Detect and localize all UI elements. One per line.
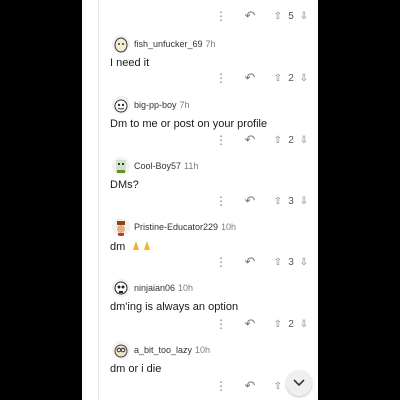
comment-text: DMs?	[110, 179, 139, 191]
vote-count: 2	[288, 318, 294, 330]
more-options-icon[interactable]: ⋮	[215, 379, 227, 393]
reply-icon[interactable]: ↶	[242, 132, 258, 147]
username[interactable]: fish_unfucker_69	[134, 39, 203, 49]
comment-meta: big-pp-boy 7h	[134, 100, 190, 110]
username[interactable]: ninjaian06	[134, 283, 175, 293]
comment-actions: ⋮ ↶ ⇧ 3 ⇩	[82, 191, 318, 211]
reply-icon[interactable]: ↶	[242, 254, 258, 269]
hat-character-avatar-icon[interactable]	[112, 218, 130, 236]
more-options-icon[interactable]: ⋮	[215, 255, 227, 269]
username[interactable]: big-pp-boy	[134, 100, 177, 110]
downvote-icon[interactable]: ⇩	[298, 194, 310, 208]
more-options-icon[interactable]: ⋮	[215, 71, 227, 85]
timestamp: 10h	[178, 283, 194, 293]
reply-icon[interactable]: ↶	[242, 8, 258, 23]
downvote-icon[interactable]: ⇩	[298, 9, 310, 23]
egg-avatar-icon[interactable]	[112, 35, 130, 53]
timestamp: 10h	[195, 345, 211, 355]
vote-count: 3	[288, 195, 294, 207]
comment-actions: ⋮ ↶ ⇧ 2 ⇩	[82, 68, 318, 88]
more-options-icon[interactable]: ⋮	[215, 194, 227, 208]
reply-icon[interactable]: ↶	[242, 316, 258, 331]
comment-thread: ⋮ ↶ ⇧ 5 ⇩ fish_unfucker_69 7h I need it ⋮…	[82, 0, 318, 400]
username[interactable]: a_bit_too_lazy	[134, 345, 192, 355]
more-options-icon[interactable]: ⋮	[215, 317, 227, 331]
chevron-down-icon	[293, 379, 305, 387]
upvote-icon[interactable]: ⇧	[272, 255, 284, 269]
downvote-icon[interactable]: ⇩	[298, 255, 310, 269]
timestamp: 11h	[184, 161, 199, 171]
vote-count: 5	[288, 10, 294, 22]
letterbox-left	[0, 0, 82, 400]
more-options-icon[interactable]: ⋮	[215, 9, 227, 23]
comment-meta: ninjaian06 10h	[134, 283, 193, 293]
comment-actions: ⋮ ↶ ⇧ 5 ⇩	[82, 6, 318, 26]
vote-count: 2	[288, 134, 294, 146]
comment-text: dm or i die	[110, 363, 162, 375]
downvote-icon[interactable]: ⇩	[298, 317, 310, 331]
vote-count: 2	[288, 72, 294, 84]
timestamp: 7h	[205, 39, 216, 49]
timestamp: 7h	[179, 100, 190, 110]
downvote-icon[interactable]: ⇩	[298, 71, 310, 85]
timestamp: 10h	[221, 222, 237, 232]
reply-icon[interactable]: ↶	[242, 378, 258, 393]
letterbox-right	[318, 0, 400, 400]
vote-count: 3	[288, 256, 294, 268]
goofy-face-avatar-icon[interactable]	[112, 96, 130, 114]
scroll-down-button[interactable]	[286, 370, 312, 396]
comment-text: dm'ing is always an option	[110, 301, 239, 313]
more-options-icon[interactable]: ⋮	[215, 133, 227, 147]
reply-icon[interactable]: ↶	[242, 70, 258, 85]
comment-meta: fish_unfucker_69 7h	[134, 39, 216, 49]
upvote-icon[interactable]: ⇧	[272, 317, 284, 331]
comment-text: Dm to me or post on your profile	[110, 118, 268, 130]
comment-actions: ⋮ ↶ ⇧	[82, 376, 318, 396]
reply-icon[interactable]: ↶	[242, 193, 258, 208]
glasses-avatar-icon[interactable]	[112, 341, 130, 359]
screenshot-frame: ⋮ ↶ ⇧ 5 ⇩ fish_unfucker_69 7h I need it ⋮…	[0, 0, 400, 400]
comment-actions: ⋮ ↶ ⇧ 2 ⇩	[82, 130, 318, 150]
skull-avatar-icon[interactable]	[112, 279, 130, 297]
upvote-icon[interactable]: ⇧	[272, 194, 284, 208]
comment-meta: Cool-Boy57 11h	[134, 161, 198, 171]
downvote-icon[interactable]: ⇩	[298, 133, 310, 147]
username[interactable]: Cool-Boy57	[134, 161, 181, 171]
comment-meta: a_bit_too_lazy 10h	[134, 345, 210, 355]
upvote-icon[interactable]: ⇧	[272, 379, 284, 393]
upvote-icon[interactable]: ⇧	[272, 71, 284, 85]
pixel-character-avatar-icon[interactable]	[112, 157, 130, 175]
upvote-icon[interactable]: ⇧	[272, 133, 284, 147]
comment-actions: ⋮ ↶ ⇧ 2 ⇩	[82, 314, 318, 334]
comment-meta: Pristine-Educator229 10h	[134, 222, 236, 232]
upvote-icon[interactable]: ⇧	[272, 9, 284, 23]
username[interactable]: Pristine-Educator229	[134, 222, 218, 232]
comment-actions: ⋮ ↶ ⇧ 3 ⇩	[82, 252, 318, 272]
